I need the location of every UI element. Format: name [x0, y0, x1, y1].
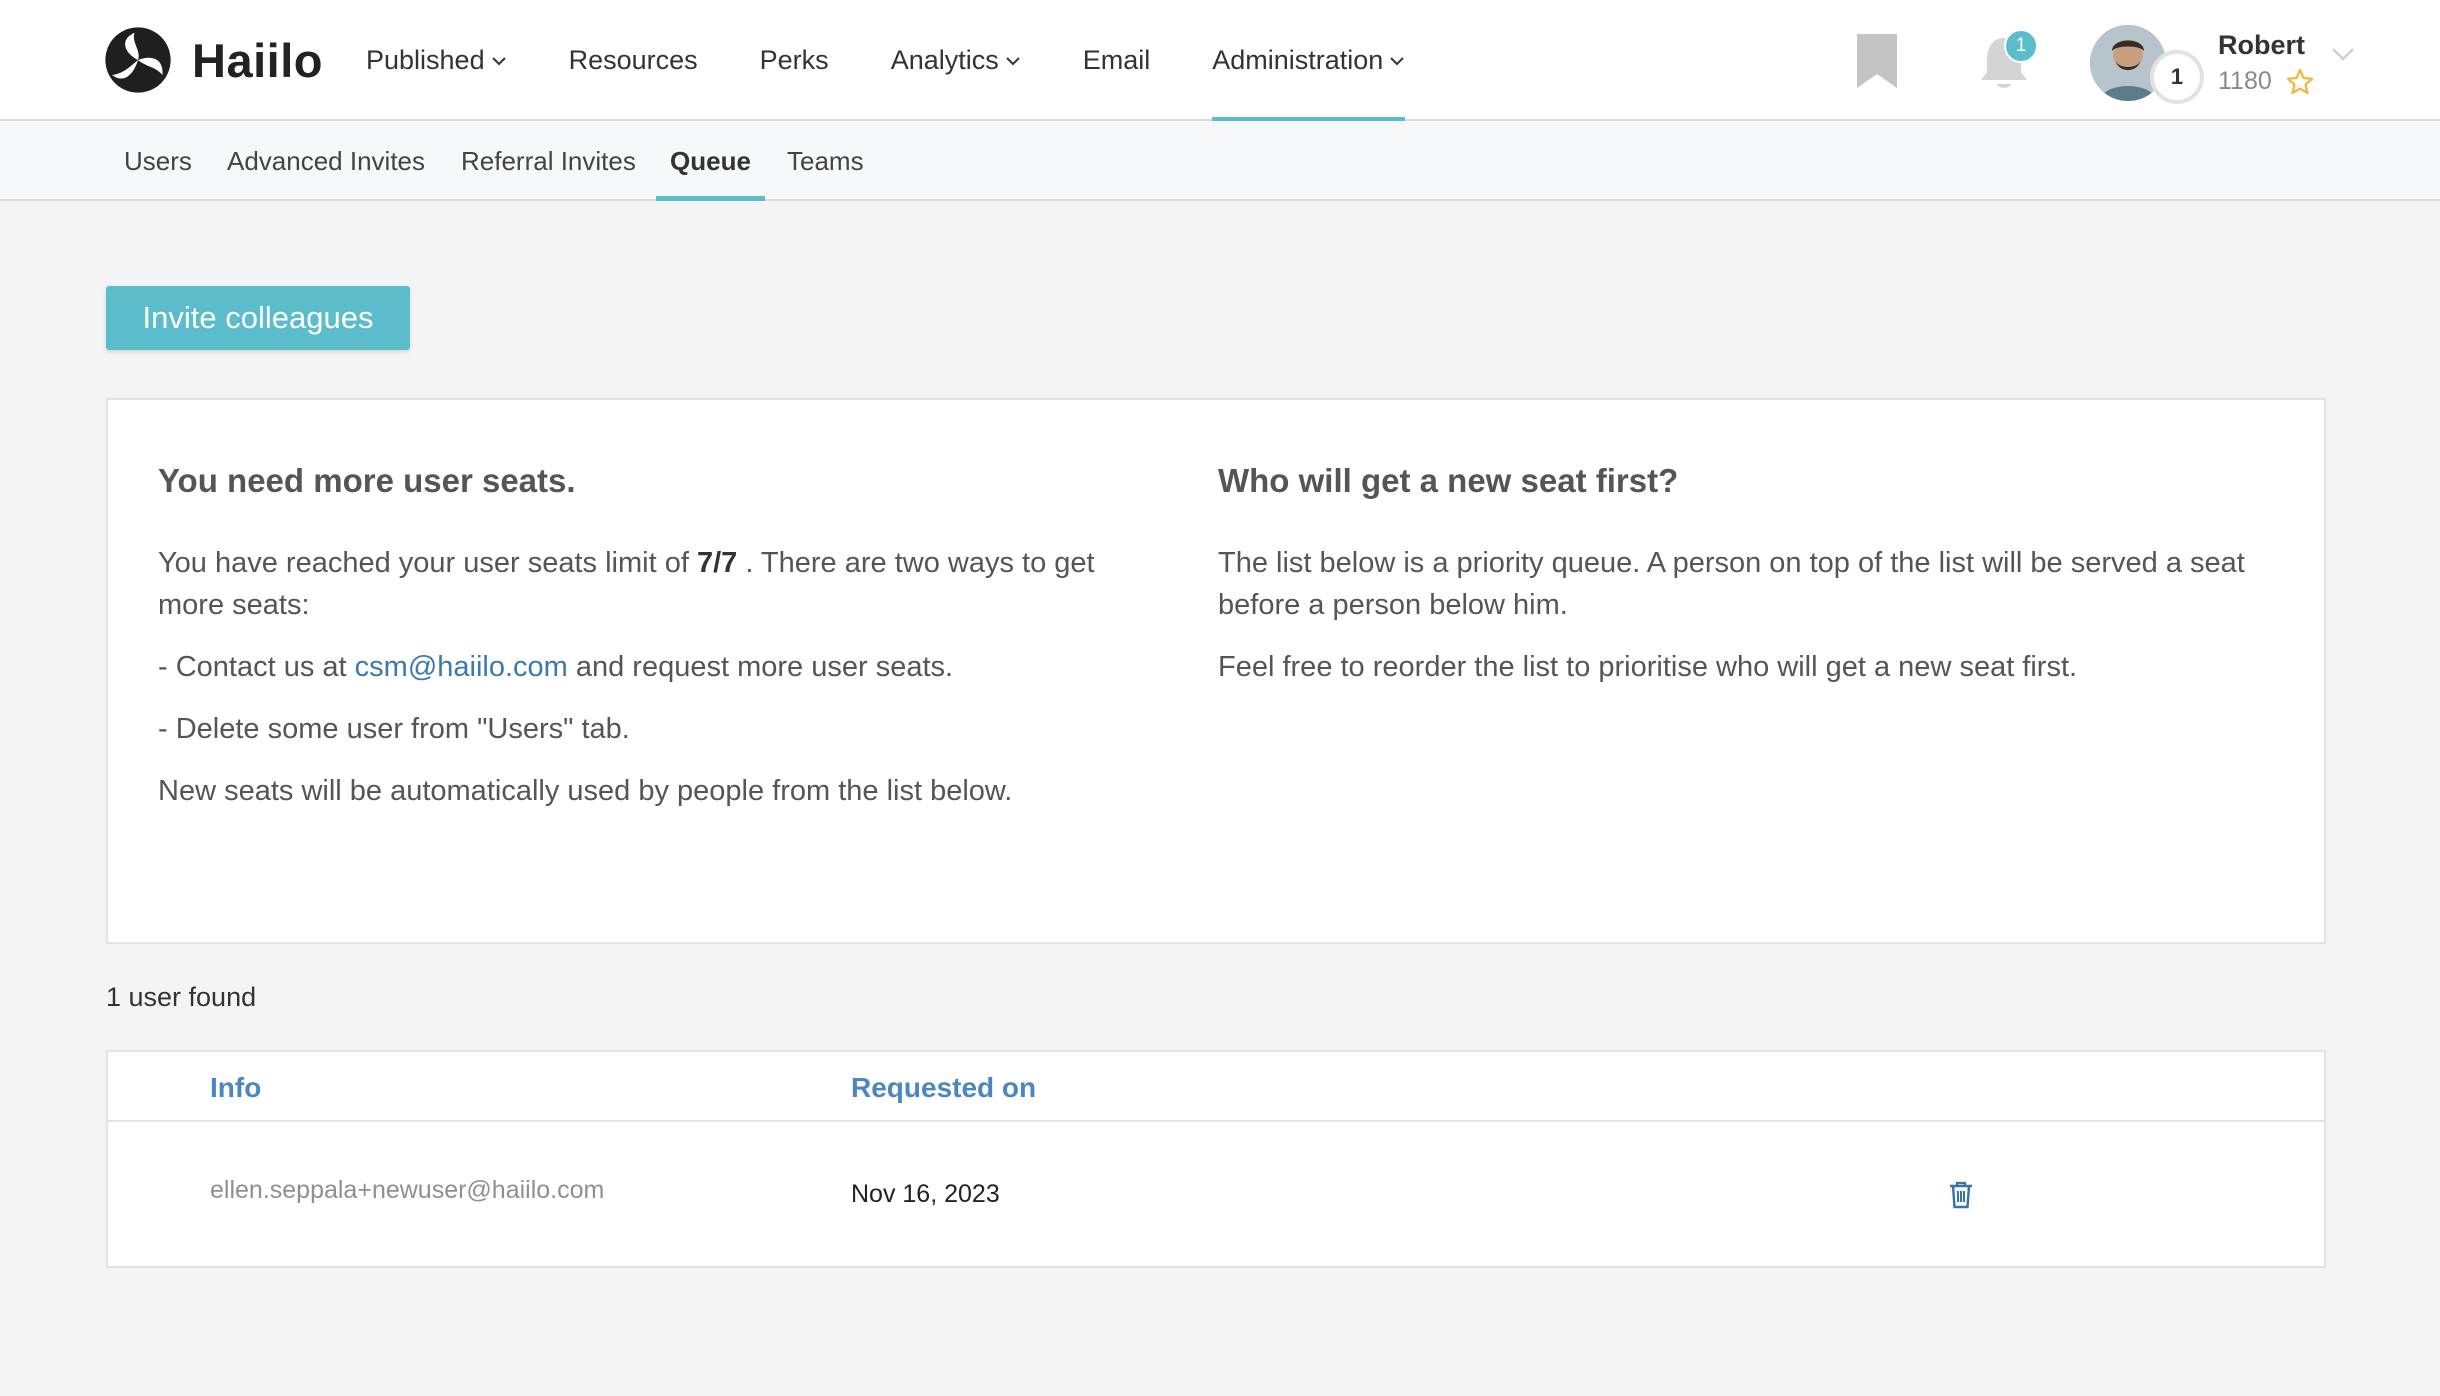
brand-name: Haiilo	[192, 33, 323, 87]
admin-subnav: Users Advanced Invites Referral Invites …	[0, 121, 2440, 201]
nav-item-email[interactable]: Email	[1083, 0, 1151, 121]
nav-item-analytics[interactable]: Analytics	[891, 0, 1021, 121]
user-points: 1180	[2218, 67, 2272, 95]
contact-us-suffix: and request more user seats.	[567, 651, 954, 683]
chevron-down-icon	[1006, 56, 1020, 65]
nav-item-administration[interactable]: Administration	[1212, 0, 1406, 123]
requested-date: Nov 16, 2023	[851, 1180, 1000, 1208]
chevron-down-icon	[491, 56, 506, 65]
tab-teams[interactable]: Teams	[787, 121, 864, 201]
nav-item-label: Administration	[1212, 45, 1384, 75]
notification-count-badge: 1	[2004, 29, 2038, 63]
tab-referral-invites[interactable]: Referral Invites	[461, 121, 636, 201]
nav-item-resources[interactable]: Resources	[569, 0, 698, 121]
contact-us-prefix: - Contact us at	[158, 651, 355, 683]
main-nav: Published Resources Perks Analytics Emai…	[366, 0, 1467, 123]
reorder-text: Feel free to reorder the list to priorit…	[1218, 651, 2078, 683]
haiilo-logo-icon	[105, 27, 171, 93]
user-name[interactable]: Robert	[2218, 30, 2305, 61]
auto-seat-text: New seats will be automatically used by …	[158, 775, 1013, 807]
contact-us-text: - Contact us at csm@haiilo.com and reque…	[158, 646, 1148, 688]
tab-advanced-invites[interactable]: Advanced Invites	[227, 121, 425, 201]
contact-email-link[interactable]: csm@haiilo.com	[355, 651, 568, 683]
nav-item-label: Resources	[568, 45, 698, 75]
chevron-down-icon	[1390, 56, 1405, 65]
top-navigation-bar: Haiilo Published Resources Perks Analyti…	[0, 0, 2440, 123]
nav-item-label: Analytics	[890, 45, 999, 75]
results-count: 1 user found	[106, 982, 257, 1012]
nav-item-perks[interactable]: Perks	[760, 0, 829, 121]
bookmark-icon[interactable]	[1855, 32, 1899, 90]
seat-limit-value: 7/7	[696, 547, 738, 579]
priority-queue-title: Who will get a new seat first?	[1218, 462, 1679, 499]
delete-user-text: - Delete some user from "Users" tab.	[158, 713, 630, 745]
chevron-down-icon[interactable]	[2330, 46, 2356, 62]
level-badge: 1	[2150, 50, 2204, 104]
nav-item-label: Email	[1082, 45, 1151, 75]
seat-limit-text: You have reached your user seats limit o…	[158, 542, 1148, 626]
priority-queue-column: Who will get a new seat first? The list …	[1218, 462, 2278, 708]
table-header: Info Requested on	[108, 1052, 2324, 1122]
nav-item-label: Perks	[759, 45, 829, 75]
column-header-requested-on[interactable]: Requested on	[851, 1072, 1036, 1104]
table-row[interactable]: ellen.seppala+newuser@haiilo.com Nov 16,…	[108, 1124, 2324, 1268]
brand-logo[interactable]: Haiilo	[104, 26, 323, 94]
column-header-info[interactable]: Info	[210, 1072, 261, 1104]
nav-item-published[interactable]: Published	[366, 0, 507, 121]
invite-colleagues-button[interactable]: Invite colleagues	[106, 286, 410, 350]
star-icon	[2286, 68, 2314, 95]
tab-queue[interactable]: Queue	[656, 121, 765, 201]
nav-item-label: Published	[366, 45, 485, 75]
seat-limit-column: You need more user seats. You have reach…	[158, 462, 1148, 832]
trash-icon[interactable]	[1948, 1180, 1974, 1210]
user-email: ellen.seppala+newuser@haiilo.com	[210, 1176, 605, 1204]
priority-queue-text: The list below is a priority queue. A pe…	[1218, 547, 2245, 621]
seat-limit-text-prefix: You have reached your user seats limit o…	[158, 547, 697, 579]
tab-users[interactable]: Users	[124, 121, 192, 201]
seat-limit-info-panel: You need more user seats. You have reach…	[106, 398, 2326, 944]
queue-table: Info Requested on ellen.seppala+newuser@…	[106, 1050, 2326, 1268]
seat-limit-title: You need more user seats.	[158, 462, 576, 499]
